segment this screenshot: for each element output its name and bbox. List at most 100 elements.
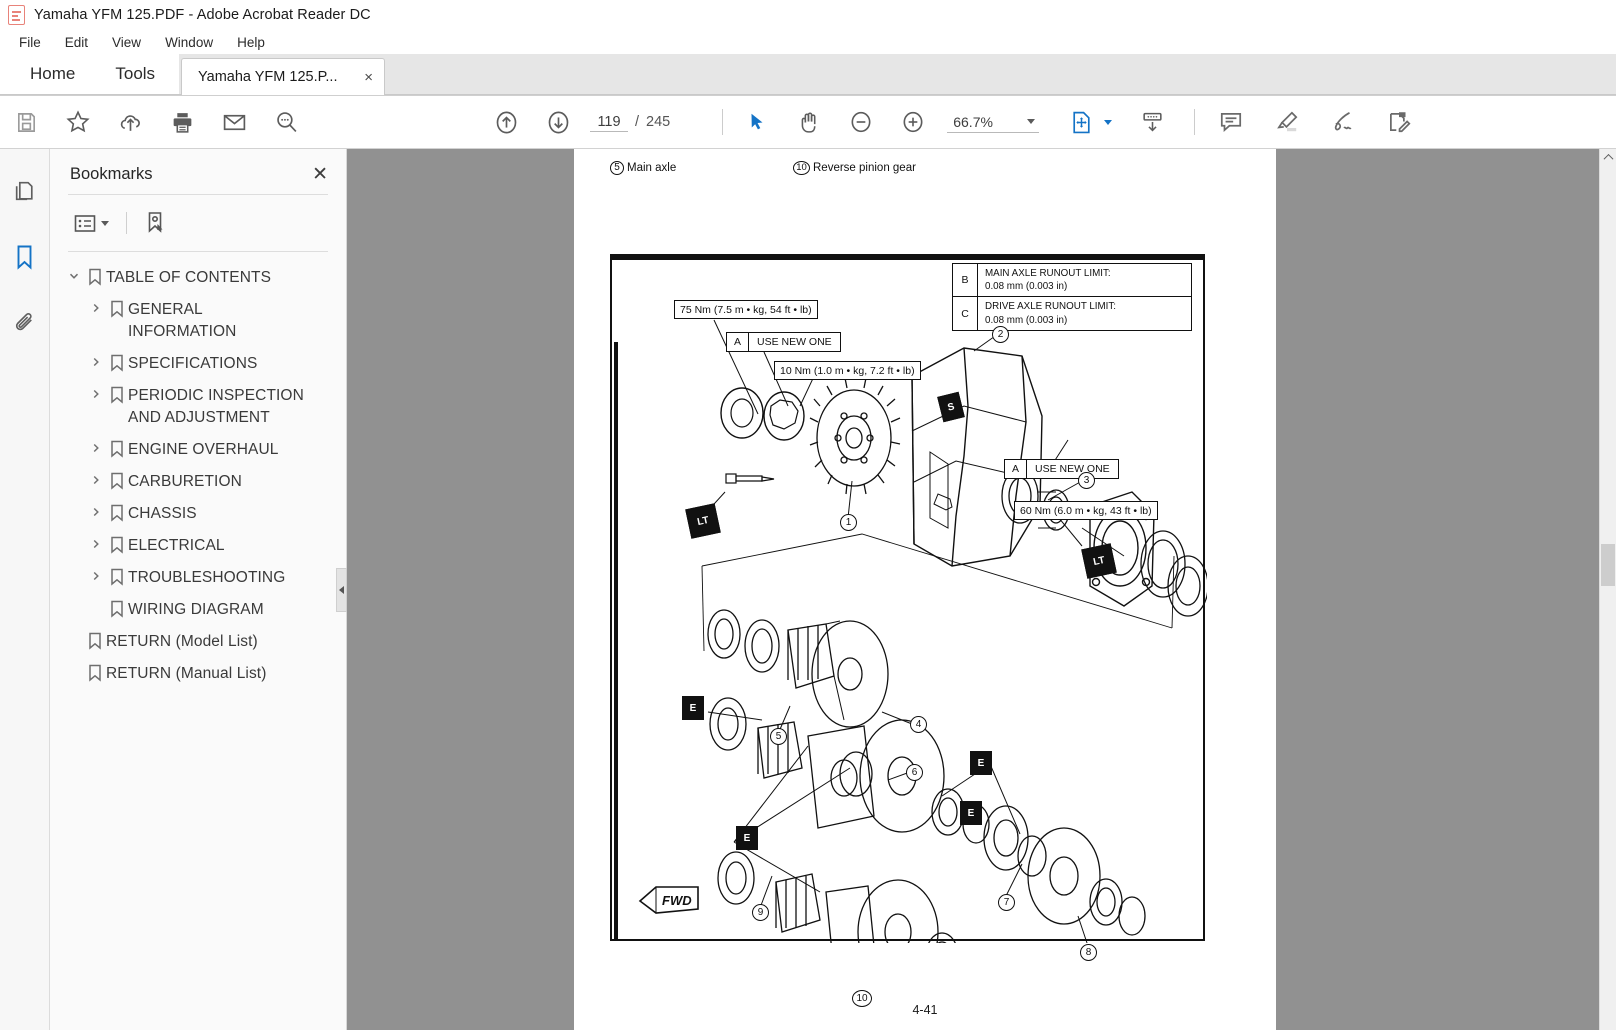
attachments-icon[interactable]: [5, 303, 45, 343]
page-scroll-icon[interactable]: [1126, 96, 1178, 148]
bookmark-item-troubleshooting[interactable]: TROUBLESHOOTING: [62, 562, 340, 594]
note-value: USE NEW ONE: [1035, 463, 1110, 475]
marker-tag-e-4: E: [736, 826, 758, 850]
table-row: B MAIN AXLE RUNOUT LIMIT: 0.08 mm (0.003…: [953, 264, 1191, 297]
bookmark-options-icon[interactable]: [70, 210, 112, 237]
marker-tag-e-2: E: [970, 751, 992, 775]
tab-document[interactable]: Yamaha YFM 125.P... ×: [181, 58, 386, 95]
menu-window[interactable]: Window: [154, 33, 224, 52]
bookmark-label: RETURN (Manual List): [106, 665, 267, 682]
cursor-arrow-icon[interactable]: [731, 96, 783, 148]
home-tools-group: Home Tools: [0, 53, 180, 95]
callout-4: 4: [910, 716, 927, 733]
bookmark-item-carburetion[interactable]: CARBURETION: [62, 466, 340, 498]
scrollbar-thumb[interactable]: [1601, 544, 1615, 586]
bookmarks-icon[interactable]: [5, 237, 45, 277]
toolbar-divider-1: [722, 109, 724, 135]
spec-value: MAIN AXLE RUNOUT LIMIT: 0.08 mm (0.003 i…: [978, 264, 1118, 296]
arrow-down-circle-icon[interactable]: [532, 96, 584, 148]
document-viewer[interactable]: 5 Main axle 10 Reverse pinion gear 75 Nm…: [347, 149, 1616, 1030]
bookmark-icon: [106, 385, 128, 404]
save-file-icon[interactable]: [0, 96, 52, 148]
chevron-right-icon[interactable]: [86, 535, 106, 550]
torque-label-10nm: 10 Nm (1.0 m • kg, 7.2 ft • lb): [774, 361, 921, 381]
minus-circle-icon[interactable]: [835, 96, 887, 148]
runout-limit-table: B MAIN AXLE RUNOUT LIMIT: 0.08 mm (0.003…: [952, 263, 1192, 331]
page-indicator: / 245: [590, 112, 670, 132]
bookmark-label: WIRING DIAGRAM: [128, 601, 264, 618]
chevron-down-icon[interactable]: [64, 267, 84, 282]
bookmark-item-return-model-list[interactable]: RETURN (Model List): [62, 626, 340, 658]
upload-cloud-icon[interactable]: [104, 96, 156, 148]
plus-circle-icon[interactable]: [887, 96, 939, 148]
spec-key: C: [953, 297, 978, 330]
bookmark-item-general-information[interactable]: GENERAL INFORMATION: [62, 294, 340, 348]
bookmark-item-chassis[interactable]: CHASSIS: [62, 498, 340, 530]
bookmark-item-specifications[interactable]: SPECIFICATIONS: [62, 348, 340, 380]
highlighter-icon[interactable]: [1259, 96, 1315, 148]
page-number-input[interactable]: [590, 112, 628, 132]
bookmark-icon: [106, 439, 128, 458]
bookmark-item-engine-overhaul[interactable]: ENGINE OVERHAUL: [62, 434, 340, 466]
zoom-level-dropdown[interactable]: 66.7%: [947, 112, 1040, 133]
fwd-label: FWD: [662, 893, 692, 908]
spec-value: DRIVE AXLE RUNOUT LIMIT: 0.08 mm (0.003 …: [978, 297, 1123, 329]
chevron-right-icon[interactable]: [86, 353, 106, 368]
star-icon[interactable]: [52, 96, 104, 148]
chevron-down-icon[interactable]: [101, 220, 109, 226]
chevron-right-icon[interactable]: [86, 471, 106, 486]
spec-number: 0.08 mm (0.003 in): [985, 281, 1068, 293]
toolbar-divider-2: [1194, 109, 1196, 135]
spec-title: MAIN AXLE RUNOUT LIMIT:: [985, 268, 1111, 279]
fit-tools-group: [1061, 96, 1178, 148]
bookmark-item-wiring-diagram[interactable]: WIRING DIAGRAM: [62, 594, 340, 626]
email-icon[interactable]: [208, 96, 260, 148]
menu-help[interactable]: Help: [226, 33, 276, 52]
bookmark-label: PERIODIC INSPECTION AND ADJUSTMENT: [128, 387, 304, 426]
page-thumbnails-icon[interactable]: [5, 171, 45, 211]
menu-edit[interactable]: Edit: [54, 33, 99, 52]
tab-tools[interactable]: Tools: [95, 53, 175, 95]
marker-tag-lt-1: LT: [685, 503, 721, 539]
menu-view[interactable]: View: [101, 33, 152, 52]
chevron-right-icon[interactable]: [86, 439, 106, 454]
new-bookmark-icon[interactable]: [141, 207, 171, 239]
page-nav-group: / 245: [480, 96, 670, 148]
chevron-right-icon[interactable]: [86, 299, 106, 314]
bookmark-item-periodic-inspection-and-adjustment[interactable]: PERIODIC INSPECTION AND ADJUSTMENT: [62, 380, 340, 434]
chevron-right-icon[interactable]: [86, 503, 106, 518]
bookmark-icon: [106, 471, 128, 490]
bookmark-item-table-of-contents[interactable]: TABLE OF CONTENTS: [62, 262, 340, 294]
search-icon[interactable]: [260, 96, 312, 148]
note-value: USE NEW ONE: [757, 336, 832, 348]
caption-text: Reverse pinion gear: [813, 162, 916, 174]
spec-key: B: [953, 264, 978, 297]
torque-label-60nm: 60 Nm (6.0 m • kg, 43 ft • lb): [1014, 501, 1158, 521]
menu-file[interactable]: File: [8, 33, 52, 52]
chevron-right-icon[interactable]: [86, 385, 106, 400]
chevron-up-icon[interactable]: [1600, 149, 1616, 166]
bookmarks-panel: Bookmarks ✕ TABLE OF CONTENTS GENERAL IN…: [50, 149, 347, 1030]
bookmark-item-electrical[interactable]: ELECTRICAL: [62, 530, 340, 562]
bookmark-label: CARBURETION: [128, 473, 242, 490]
edit-pdf-icon[interactable]: [1371, 96, 1427, 148]
bookmark-item-return-manual-list[interactable]: RETURN (Manual List): [62, 658, 340, 690]
collapse-panel-icon[interactable]: [336, 567, 347, 612]
close-icon[interactable]: ✕: [312, 165, 328, 184]
chevron-right-icon[interactable]: [86, 567, 106, 582]
caption-text: Main axle: [627, 162, 677, 174]
close-icon[interactable]: ×: [364, 69, 373, 86]
hand-icon[interactable]: [783, 96, 835, 148]
arrow-up-circle-icon[interactable]: [480, 96, 532, 148]
fit-page-chevron-down-icon[interactable]: [1104, 119, 1113, 125]
vertical-scrollbar[interactable]: [1599, 149, 1616, 1030]
bookmark-label: ELECTRICAL: [128, 537, 225, 554]
signature-icon[interactable]: [1315, 96, 1371, 148]
bookmark-label: SPECIFICATIONS: [128, 355, 258, 372]
bookmarks-header: Bookmarks ✕: [50, 149, 346, 194]
fit-page-icon[interactable]: [1061, 96, 1101, 148]
print-icon[interactable]: [156, 96, 208, 148]
tab-home[interactable]: Home: [10, 53, 95, 95]
chevron-down-icon[interactable]: [1027, 119, 1036, 124]
comment-icon[interactable]: [1203, 96, 1259, 148]
